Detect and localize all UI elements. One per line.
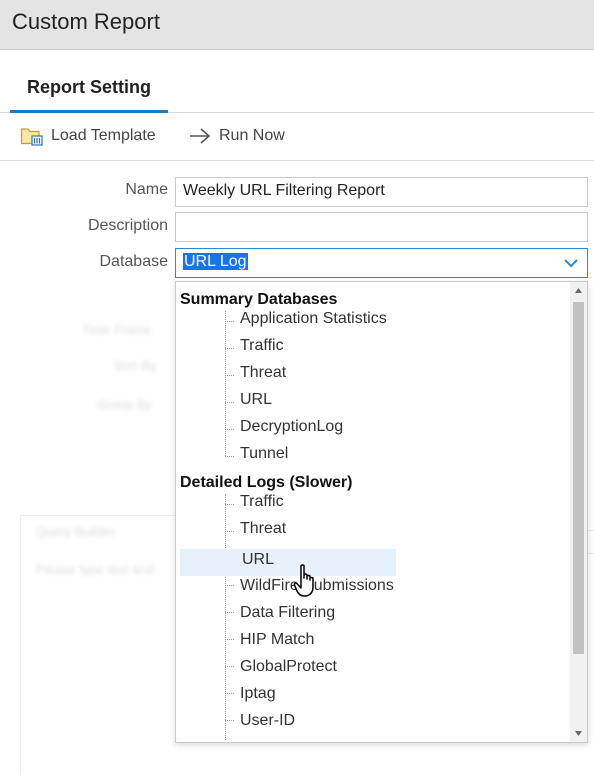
sort-by-label: Sort By	[114, 358, 157, 373]
tab-strip: Report Setting	[0, 50, 594, 113]
option-application-statistics[interactable]: Application Statistics	[180, 307, 396, 334]
name-input[interactable]: Weekly URL Filtering Report	[175, 177, 588, 207]
query-builder-label: Query Builder	[36, 524, 116, 539]
query-builder-panel	[20, 515, 180, 775]
option-iptag[interactable]: Iptag	[180, 682, 396, 709]
scroll-down-arrow-icon[interactable]	[570, 724, 587, 742]
title-bar: Custom Report	[0, 0, 594, 50]
option-label: User-ID	[240, 712, 296, 729]
option-decryption-log[interactable]: DecryptionLog	[180, 415, 396, 442]
database-value: URL Log	[183, 253, 248, 270]
database-label: Database	[99, 253, 169, 270]
option-detailed-threat[interactable]: Threat	[180, 517, 396, 544]
query-hint-text: Please type text and	[36, 562, 154, 577]
option-summary-traffic[interactable]: Traffic	[180, 334, 396, 361]
option-label: Tunnel	[240, 445, 289, 462]
background-divider	[588, 530, 594, 554]
option-label: URL	[240, 391, 273, 408]
scroll-up-arrow-icon[interactable]	[570, 282, 587, 300]
database-dropdown-list[interactable]: Summary Databases Application Statistics…	[175, 281, 588, 743]
option-label: Data Filtering	[240, 604, 336, 621]
option-label: Threat	[240, 364, 287, 381]
option-label: Traffic	[240, 337, 284, 354]
toolbar: Load Template Run Now	[0, 113, 594, 161]
option-summary-threat[interactable]: Threat	[180, 361, 396, 388]
tab-label: Report Setting	[27, 77, 151, 97]
run-now-label: Run Now	[219, 127, 285, 144]
option-label: HIP Match	[240, 631, 315, 648]
option-label: Application Statistics	[240, 310, 387, 327]
option-wildfire-submissions[interactable]: WildFire Submissions	[180, 574, 396, 601]
option-detailed-url[interactable]: URL	[180, 549, 396, 576]
arrow-right-icon	[190, 128, 211, 144]
scrollbar-thumb[interactable]	[573, 302, 584, 654]
option-summary-url[interactable]: URL	[180, 388, 396, 415]
group-by-label: Group By	[97, 397, 152, 412]
folder-template-icon	[20, 128, 43, 146]
option-tunnel[interactable]: Tunnel	[180, 442, 396, 469]
window-title: Custom Report	[12, 9, 160, 34]
description-input[interactable]	[175, 212, 588, 242]
name-label: Name	[125, 181, 168, 198]
option-detailed-traffic[interactable]: Traffic	[180, 490, 396, 517]
load-template-button[interactable]: Load Template	[20, 123, 156, 149]
load-template-label: Load Template	[51, 127, 156, 144]
option-label: URL	[242, 551, 275, 568]
option-data-filtering[interactable]: Data Filtering	[180, 601, 396, 628]
option-user-id[interactable]: User-ID	[180, 709, 396, 736]
option-label: Traffic	[240, 493, 284, 510]
description-label: Description	[87, 217, 168, 234]
tab-report-setting[interactable]: Report Setting	[10, 50, 170, 113]
option-label: DecryptionLog	[240, 418, 344, 435]
option-label: Iptag	[240, 685, 276, 702]
option-label: GlobalProtect	[240, 658, 337, 675]
database-select[interactable]: URL Log	[175, 248, 588, 278]
option-globalprotect[interactable]: GlobalProtect	[180, 655, 396, 682]
option-hip-match[interactable]: HIP Match	[180, 628, 396, 655]
option-label: Threat	[240, 520, 287, 537]
name-value: Weekly URL Filtering Report	[183, 182, 385, 199]
chevron-down-icon[interactable]	[563, 255, 579, 271]
dropdown-scrollbar[interactable]	[570, 282, 587, 742]
hand-cursor-icon	[293, 564, 314, 597]
run-now-button[interactable]: Run Now	[188, 123, 285, 149]
time-frame-label: Time Frame	[82, 322, 152, 337]
